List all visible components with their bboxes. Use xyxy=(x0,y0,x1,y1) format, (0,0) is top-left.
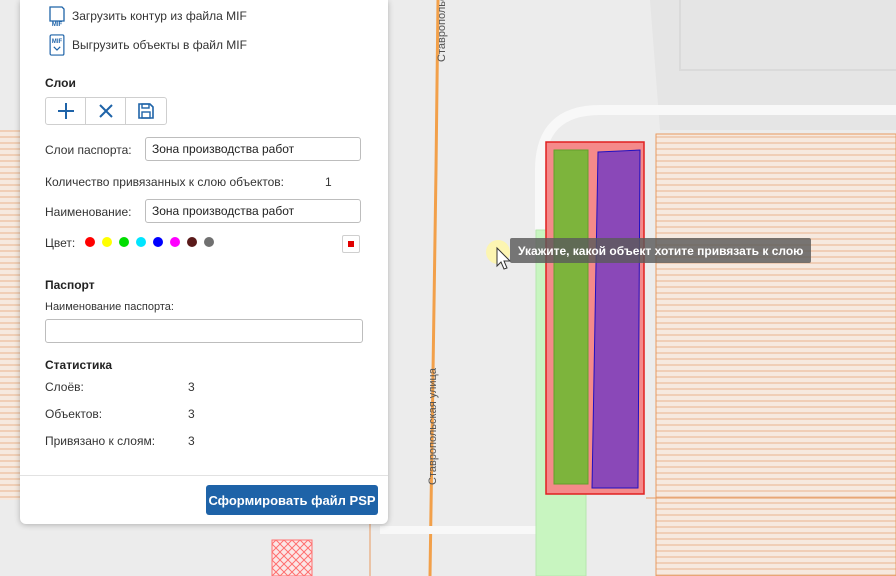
color-palette xyxy=(85,237,214,247)
passport-layers-label: Слои паспорта: xyxy=(45,143,132,157)
layers-panel: MIF Загрузить контур из файла MIF MIF Вы… xyxy=(20,0,388,524)
stats-layers-label: Слоёв: xyxy=(45,380,84,394)
load-contour-label: Загрузить контур из файла MIF xyxy=(72,9,247,23)
svg-text:MIF: MIF xyxy=(52,22,63,27)
color-swatch-yellow[interactable] xyxy=(102,237,112,247)
layers-toolbar xyxy=(45,97,167,125)
color-swatch-cyan[interactable] xyxy=(136,237,146,247)
export-objects-label: Выгрузить объекты в файл MIF xyxy=(72,38,247,52)
color-swatch-brown[interactable] xyxy=(187,237,197,247)
passport-name-input[interactable] xyxy=(45,319,363,343)
color-swatch-blue[interactable] xyxy=(153,237,163,247)
add-layer-button[interactable] xyxy=(46,98,86,124)
svg-text:MIF: MIF xyxy=(52,39,63,45)
passport-layers-select[interactable] xyxy=(145,137,361,161)
export-objects-mif-button[interactable]: MIF Выгрузить объекты в файл MIF xyxy=(48,34,247,56)
mif-export-icon: MIF xyxy=(49,34,65,56)
save-layer-button[interactable] xyxy=(126,98,166,124)
load-contour-mif-button[interactable]: MIF Загрузить контур из файла MIF xyxy=(48,5,247,27)
layer-name-input[interactable] xyxy=(145,199,361,223)
layer-name-label: Наименование: xyxy=(45,205,132,219)
selected-color-swatch xyxy=(348,241,354,247)
stats-objects-label: Объектов: xyxy=(45,407,103,421)
stats-section-title: Статистика xyxy=(45,358,113,372)
plus-icon xyxy=(57,103,74,119)
stats-linked-label: Привязано к слоям: xyxy=(45,434,156,448)
color-swatch-red[interactable] xyxy=(85,237,95,247)
color-swatch-gray[interactable] xyxy=(204,237,214,247)
passport-name-label: Наименование паспорта: xyxy=(45,301,174,313)
mif-import-icon: MIF xyxy=(49,6,65,27)
map-hint-tooltip: Укажите, какой объект хотите привязать к… xyxy=(510,238,812,263)
close-icon xyxy=(98,104,113,118)
color-swatch-magenta[interactable] xyxy=(170,237,180,247)
panel-divider xyxy=(20,475,388,476)
delete-layer-button[interactable] xyxy=(86,98,126,124)
passport-section-title: Паспорт xyxy=(45,278,95,292)
linked-count-value: 1 xyxy=(325,175,332,189)
map-object-green[interactable] xyxy=(553,149,589,485)
stats-linked-value: 3 xyxy=(188,434,195,448)
stats-objects-value: 3 xyxy=(188,407,195,421)
street-label-bottom: Ставропольская улица xyxy=(427,367,439,485)
generate-psp-button[interactable]: Сформировать файл PSP xyxy=(206,485,378,515)
street-label-top: Ставропольская улица xyxy=(436,0,448,62)
linked-count-label: Количество привязанных к слою объектов: xyxy=(45,175,284,189)
selected-color-button[interactable] xyxy=(342,235,360,253)
color-label: Цвет: xyxy=(45,236,76,250)
layers-section-title: Слои xyxy=(45,76,76,90)
save-icon xyxy=(138,103,154,119)
map-object-purple[interactable] xyxy=(591,149,641,489)
stats-layers-value: 3 xyxy=(188,380,195,394)
color-swatch-green[interactable] xyxy=(119,237,129,247)
